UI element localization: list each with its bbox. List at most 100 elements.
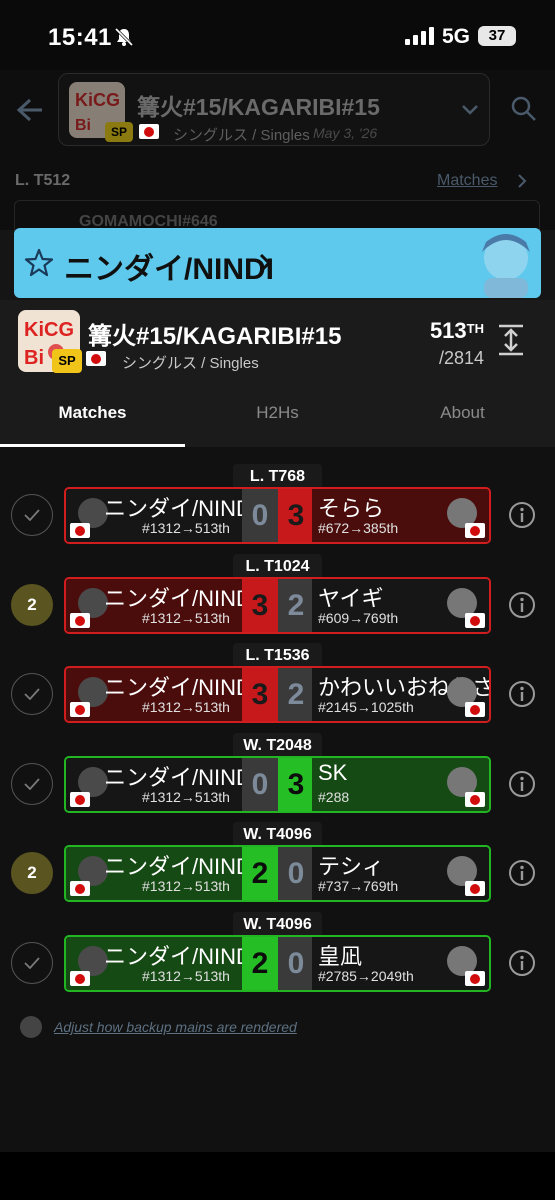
entrants-count: /2814 (438, 348, 484, 368)
player-one-panel: ニンダイ/NINDI #1312→513th (66, 847, 258, 900)
check-icon[interactable] (11, 763, 53, 805)
svg-text:KiCG: KiCG (24, 319, 74, 341)
bell-slash-icon (114, 27, 134, 47)
match-row[interactable]: W. T4096 2 ニンダイ/NINDI #1312→513th 2 0 テシ… (0, 808, 555, 902)
player-two-seed: #2145→1025th (318, 699, 414, 715)
player-one-name: ニンダイ/NINDI (104, 944, 259, 969)
match-card[interactable]: ニンダイ/NINDI #1312→513th 3 2 ヤイギ #609→769t… (64, 577, 491, 634)
tournament-selector[interactable]: KiCG Bi SP 篝火#15/KAGARIBI#15 シングルス / Sin… (58, 73, 490, 146)
signal-icon (405, 27, 434, 45)
check-icon[interactable] (11, 942, 53, 984)
match-row[interactable]: L. T768 ニンダイ/NINDI #1312→513th 0 3 そらら #… (0, 450, 555, 544)
games-count-badge: 2 (11, 584, 53, 626)
player-two-seed: #737→769th (318, 878, 399, 894)
match-row[interactable]: W. T2048 ニンダイ/NINDI #1312→513th 0 3 SK #… (0, 719, 555, 813)
player-two-panel: SK #288 (312, 758, 489, 811)
placement: 513TH (429, 318, 484, 343)
info-icon[interactable] (508, 591, 536, 619)
japan-flag-icon (465, 523, 485, 538)
event-type: シングルス / Singles (122, 355, 259, 372)
match-card[interactable]: ニンダイ/NINDI #1312→513th 0 3 SK #288 (64, 756, 491, 813)
player-one-seed: #1312→513th (142, 968, 230, 984)
japan-flag-icon (70, 792, 90, 807)
info-icon[interactable] (508, 770, 536, 798)
japan-flag-icon (70, 613, 90, 628)
player-one-score: 3 (242, 579, 278, 632)
tab-about[interactable]: About (370, 392, 555, 446)
match-card[interactable]: ニンダイ/NINDI #1312→513th 2 0 皇凪 #2785→2049… (64, 935, 491, 992)
japan-flag-icon (70, 523, 90, 538)
player-one-score: 0 (242, 489, 278, 542)
player-one-panel: ニンダイ/NINDI #1312→513th (66, 579, 258, 632)
player-one-score: 2 (242, 937, 278, 990)
info-icon[interactable] (508, 949, 536, 977)
character-portrait (482, 234, 530, 298)
search-icon[interactable] (511, 96, 537, 122)
check-icon[interactable] (11, 494, 53, 536)
battery-icon: 37 (478, 26, 516, 46)
match-row[interactable]: W. T4096 ニンダイ/NINDI #1312→513th 2 0 皇凪 #… (0, 898, 555, 992)
tab-matches[interactable]: Matches (0, 392, 185, 446)
player-one-score: 2 (242, 847, 278, 900)
player-one-name: ニンダイ/NINDI (104, 765, 259, 790)
network-type: 5G (442, 25, 471, 48)
player-one-name: ニンダイ/NINDI (104, 586, 259, 611)
player-one-name: ニンダイ/NINDI (104, 496, 259, 521)
selector-event-type: シングルス / Singles (173, 127, 310, 144)
background-matches-link[interactable]: Matches (437, 172, 497, 190)
info-icon[interactable] (508, 501, 536, 529)
svg-text:KiCG: KiCG (75, 90, 120, 110)
chevron-right-icon (259, 253, 271, 273)
player-two-name: ヤイギ (318, 586, 384, 611)
background-result: L. T512 (15, 172, 71, 189)
backup-mains-link[interactable]: Adjust how backup mains are rendered (54, 1019, 297, 1035)
player-two-name: テシィ (318, 854, 385, 879)
player-banner[interactable]: ニンダイ/NINDI (14, 228, 541, 298)
back-arrow-icon[interactable] (16, 98, 44, 122)
backup-mains-setting[interactable]: Adjust how backup mains are rendered (20, 1016, 340, 1040)
player-two-panel: かわいいおねえさ #2145→1025th (312, 668, 489, 721)
player-two-score: 2 (278, 579, 314, 632)
tournament-name: 篝火#15/KAGARIBI#15 (88, 323, 342, 350)
star-icon[interactable] (24, 248, 54, 278)
match-card[interactable]: ニンダイ/NINDI #1312→513th 0 3 そらら #672→385t… (64, 487, 491, 544)
tab-bar: Matches H2Hs About (0, 392, 555, 446)
japan-flag-icon (70, 702, 90, 717)
games-count-badge: 2 (11, 852, 53, 894)
player-two-seed: #288 (318, 789, 350, 805)
expand-icon[interactable] (497, 324, 525, 356)
japan-flag-icon (139, 124, 159, 139)
japan-flag-icon (465, 613, 485, 628)
status-bar: 15:41 5G 37 (0, 0, 555, 70)
chevron-down-icon[interactable] (461, 104, 479, 116)
check-icon[interactable] (11, 673, 53, 715)
player-one-seed: #1312→513th (142, 610, 230, 626)
match-row[interactable]: L. T1024 2 ニンダイ/NINDI #1312→513th 3 2 ヤイ… (0, 540, 555, 634)
tab-h2hs[interactable]: H2Hs (185, 392, 370, 446)
chevron-right-icon (518, 174, 527, 188)
svg-text:Bi: Bi (75, 117, 91, 134)
match-row[interactable]: L. T1536 ニンダイ/NINDI #1312→513th 3 2 かわいい… (0, 629, 555, 723)
player-two-seed: #609→769th (318, 610, 399, 626)
player-one-seed: #1312→513th (142, 520, 230, 536)
japan-flag-icon (86, 351, 106, 366)
player-two-panel: テシィ #737→769th (312, 847, 489, 900)
info-icon[interactable] (508, 680, 536, 708)
japan-flag-icon (70, 881, 90, 896)
selector-date: May 3, '26 (313, 125, 378, 141)
player-one-name: ニンダイ/NINDI (104, 675, 259, 700)
match-card[interactable]: ニンダイ/NINDI #1312→513th 2 0 テシィ #737→769t… (64, 845, 491, 902)
status-time: 15:41 (48, 24, 112, 51)
player-one-panel: ニンダイ/NINDI #1312→513th (66, 758, 258, 811)
match-card[interactable]: ニンダイ/NINDI #1312→513th 3 2 かわいいおねえさ #214… (64, 666, 491, 723)
selector-title: 篝火#15/KAGARIBI#15 (137, 94, 380, 120)
player-two-seed: #2785→2049th (318, 968, 414, 984)
svg-text:Bi: Bi (24, 347, 44, 369)
player-two-panel: そらら #672→385th (312, 489, 489, 542)
player-one-panel: ニンダイ/NINDI #1312→513th (66, 489, 258, 542)
sp-badge: SP (105, 122, 133, 142)
player-one-score: 0 (242, 758, 278, 811)
player-two-panel: ヤイギ #609→769th (312, 579, 489, 632)
avatar (20, 1016, 42, 1038)
info-icon[interactable] (508, 859, 536, 887)
